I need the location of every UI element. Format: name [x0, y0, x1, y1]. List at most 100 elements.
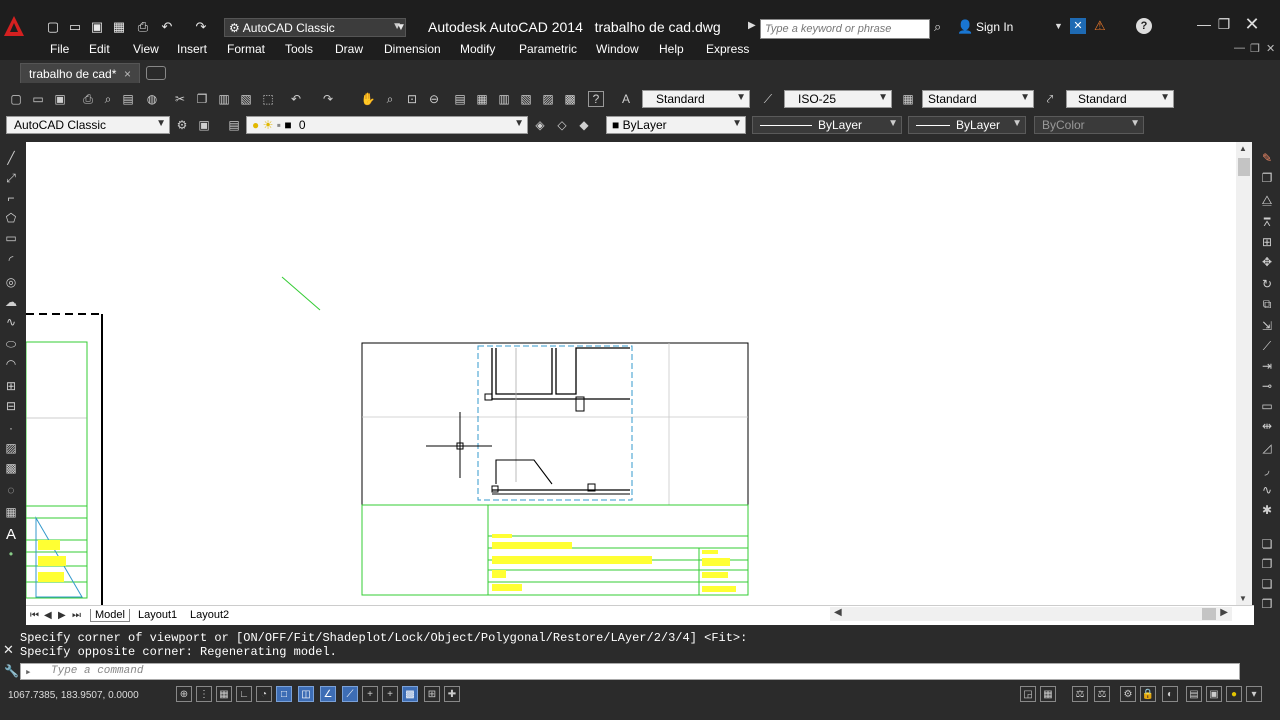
- lineweight-select[interactable]: ByLayer ▼: [908, 116, 1026, 134]
- quick-view-layouts-icon[interactable]: ▦: [1040, 686, 1056, 702]
- table-icon[interactable]: ▦: [3, 504, 19, 520]
- open-icon[interactable]: ▭: [66, 18, 84, 36]
- polygon-icon[interactable]: ⬠: [3, 210, 19, 226]
- search-input[interactable]: Type a keyword or phrase: [760, 19, 930, 39]
- redo-icon[interactable]: ↷: [320, 91, 336, 107]
- make-block-icon[interactable]: ⊟: [3, 398, 19, 414]
- menu-modify[interactable]: Modify: [460, 42, 495, 56]
- cut-icon[interactable]: ✂: [172, 91, 188, 107]
- text-style-select[interactable]: Standard ▼: [642, 90, 750, 108]
- move-icon[interactable]: ✥: [1259, 254, 1275, 270]
- close-button[interactable]: ✕: [1236, 14, 1268, 34]
- status-menu-icon[interactable]: ▾: [1246, 686, 1262, 702]
- menu-express[interactable]: Express: [706, 42, 749, 56]
- dyn-icon[interactable]: +: [362, 686, 378, 702]
- toolbar-lock-icon[interactable]: 🔒: [1140, 686, 1156, 702]
- annotation-scale-icon[interactable]: ⚖: [1072, 686, 1088, 702]
- plotstyle-select[interactable]: ByColor ▼: [1034, 116, 1144, 134]
- send-under-icon[interactable]: ❒: [1259, 596, 1275, 612]
- 3d-osnap-icon[interactable]: ◫: [298, 686, 314, 702]
- workspace-selector[interactable]: ⚙ AutoCAD Classic ▼: [224, 18, 406, 37]
- ortho-icon[interactable]: ∟: [236, 686, 252, 702]
- menu-tools[interactable]: Tools: [285, 42, 313, 56]
- snap-icon[interactable]: ⋮: [196, 686, 212, 702]
- isolate-objects-icon[interactable]: ▤: [1186, 686, 1202, 702]
- vertical-scroll-thumb[interactable]: [1238, 158, 1250, 176]
- scroll-down-icon[interactable]: ▼: [1239, 594, 1247, 603]
- otrack-icon[interactable]: ∠: [320, 686, 336, 702]
- tool-palettes-icon[interactable]: ▥: [496, 91, 512, 107]
- blend-curves-icon[interactable]: ∿: [1259, 482, 1275, 498]
- match-properties-icon[interactable]: ▧: [238, 91, 254, 107]
- extend-icon[interactable]: ⇥: [1259, 358, 1275, 374]
- menu-view[interactable]: View: [133, 42, 159, 56]
- workspace-switching-icon[interactable]: ⚙: [1120, 686, 1136, 702]
- pan-icon[interactable]: ✋: [360, 91, 376, 107]
- array-icon[interactable]: ⊞: [1259, 234, 1275, 250]
- color-select[interactable]: ■ ByLayer ▼: [606, 116, 746, 134]
- drawing-canvas[interactable]: [26, 142, 1236, 605]
- region-icon[interactable]: ◌: [3, 482, 19, 498]
- qnew-icon[interactable]: ▢: [8, 91, 24, 107]
- redo-icon[interactable]: ↷: [192, 18, 210, 36]
- layer-select[interactable]: ● ☀ ▪ ■ 0 ▼: [246, 116, 528, 134]
- menu-help[interactable]: Help: [659, 42, 684, 56]
- layer-state-icon[interactable]: ◆: [576, 117, 592, 133]
- plot-icon[interactable]: ⎙: [134, 18, 152, 36]
- selection-cycling-icon[interactable]: ✚: [444, 686, 460, 702]
- break-icon[interactable]: ▭: [1259, 398, 1275, 414]
- dimension-style-select[interactable]: ISO-25 ▼: [784, 90, 892, 108]
- close-tab-icon[interactable]: ×: [124, 67, 131, 81]
- workspace-select[interactable]: AutoCAD Classic ▼: [6, 116, 170, 134]
- paste-icon[interactable]: ▥: [216, 91, 232, 107]
- 3d-dwf-icon[interactable]: ◍: [144, 91, 160, 107]
- layer-previous-icon[interactable]: ◇: [554, 117, 570, 133]
- help-icon[interactable]: ?: [588, 91, 604, 107]
- bring-above-icon[interactable]: ❑: [1259, 576, 1275, 592]
- offset-icon[interactable]: ⩞: [1259, 214, 1275, 230]
- stay-connected-icon[interactable]: ⚠: [1094, 18, 1106, 34]
- ellipse-arc-icon[interactable]: ◠: [3, 356, 19, 372]
- tab-layout2[interactable]: Layout2: [186, 609, 233, 621]
- table-style-select[interactable]: Standard ▼: [922, 90, 1034, 108]
- arc-icon[interactable]: ◜: [3, 252, 19, 268]
- dimension-style-icon[interactable]: ⟋: [760, 91, 776, 107]
- transparency-icon[interactable]: ▩: [402, 686, 418, 702]
- rectangle-icon[interactable]: ▭: [3, 230, 19, 246]
- circle-icon[interactable]: ◎: [3, 274, 19, 290]
- undo-icon[interactable]: ↶: [288, 91, 304, 107]
- construction-line-icon[interactable]: ⤢: [3, 170, 19, 186]
- quick-access-menu-icon[interactable]: ▼: [392, 18, 410, 36]
- tab-model[interactable]: Model: [90, 609, 130, 622]
- quickcalc-icon[interactable]: ▩: [562, 91, 578, 107]
- publish-icon[interactable]: ▤: [120, 91, 136, 107]
- plot-preview-icon[interactable]: ⌕: [100, 91, 116, 107]
- scale-icon[interactable]: ⧉: [1259, 296, 1275, 312]
- explode-icon[interactable]: ✱: [1259, 502, 1275, 518]
- model-space-icon[interactable]: ◲: [1020, 686, 1036, 702]
- zoom-window-icon[interactable]: ⊡: [404, 91, 420, 107]
- spline-icon[interactable]: ∿: [3, 314, 19, 330]
- insert-block-icon[interactable]: ⊞: [3, 378, 19, 394]
- table-style-icon[interactable]: ▦: [900, 91, 916, 107]
- new-icon[interactable]: ▢: [44, 18, 62, 36]
- point-icon[interactable]: ·: [3, 420, 19, 436]
- bring-to-front-icon[interactable]: ❏: [1259, 536, 1275, 552]
- coordinates-display[interactable]: 1067.7385, 183.9507, 0.0000: [8, 690, 139, 701]
- markup-icon[interactable]: ▨: [540, 91, 556, 107]
- join-icon[interactable]: ⇹: [1259, 418, 1275, 434]
- chamfer-icon[interactable]: ◿: [1259, 440, 1275, 456]
- erase-icon[interactable]: ✎: [1259, 150, 1275, 166]
- mirror-icon[interactable]: ⧋: [1259, 192, 1275, 208]
- save-icon[interactable]: ▣: [52, 91, 68, 107]
- hatch-icon[interactable]: ▨: [3, 440, 19, 456]
- lightbulb-icon[interactable]: ●: [1226, 686, 1242, 702]
- linetype-select[interactable]: ByLayer ▼: [752, 116, 902, 134]
- copy-icon[interactable]: ❐: [194, 91, 210, 107]
- tab-layout1[interactable]: Layout1: [134, 609, 181, 621]
- scroll-right-icon[interactable]: ▶: [1220, 607, 1228, 618]
- exchange-apps-icon[interactable]: ✕: [1070, 18, 1086, 34]
- zoom-realtime-icon[interactable]: ⌕: [382, 91, 398, 107]
- osnap-icon[interactable]: □: [276, 686, 292, 702]
- scroll-left-icon[interactable]: ◀: [834, 607, 842, 618]
